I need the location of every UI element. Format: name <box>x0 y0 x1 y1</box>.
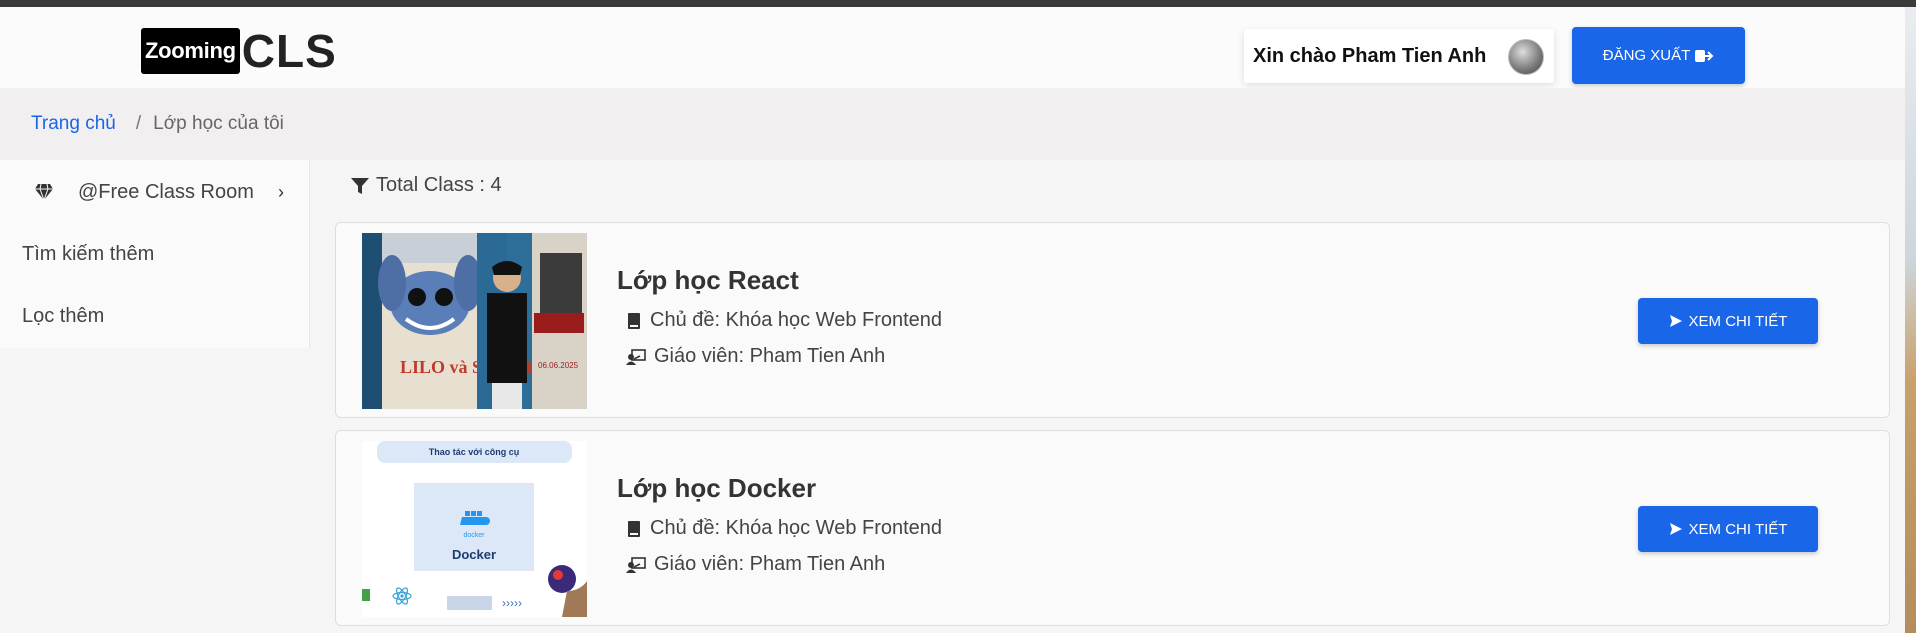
class-teacher-text: Giáo viên: Pham Tien Anh <box>654 553 886 575</box>
class-teacher: Giáo viên: Pham Tien Anh <box>626 345 885 368</box>
greeting-text: Xin chào Pham Tien Anh <box>1253 44 1487 67</box>
logout-button[interactable]: ĐĂNG XUẤT <box>1572 27 1745 84</box>
class-card: LILO và STITCH 06.06.2025 Lớp học React … <box>335 222 1890 418</box>
header: Zooming CLS Xin chào Pham Tien Anh ĐĂNG … <box>0 7 1905 88</box>
view-detail-label: XEM CHI TIẾT <box>1688 312 1788 330</box>
send-icon <box>1669 315 1682 327</box>
breadcrumb-current: Lớp học của tôi <box>153 113 284 134</box>
total-class: Total Class : 4 <box>350 174 502 197</box>
book-icon <box>628 520 640 537</box>
class-title[interactable]: Lớp học Docker <box>617 473 816 504</box>
chevron-right-icon: › <box>278 181 284 202</box>
class-teacher: Giáo viên: Pham Tien Anh <box>626 553 885 576</box>
sidebar-item-label: Lọc thêm <box>22 304 105 327</box>
teacher-icon <box>626 348 646 365</box>
top-border <box>0 0 1916 7</box>
logo-cls: CLS <box>241 25 337 77</box>
user-greeting[interactable]: Xin chào Pham Tien Anh <box>1244 29 1554 83</box>
sidebar-item-label: @Free Class Room <box>78 180 254 203</box>
right-edge-strip <box>1905 7 1916 633</box>
breadcrumb-home[interactable]: Trang chủ <box>31 113 116 135</box>
sidebar-item-filter-more[interactable]: Lọc thêm <box>0 290 310 342</box>
logout-label: ĐĂNG XUẤT <box>1602 47 1691 64</box>
class-topic-text: Chủ đề: Khóa học Web Frontend <box>650 309 943 331</box>
send-icon <box>1669 523 1682 535</box>
thumb-arrows: ››››› <box>502 596 522 610</box>
sidebar-item-search-more[interactable]: Tìm kiếm thêm <box>0 228 310 280</box>
diamond-icon <box>35 183 53 201</box>
avatar[interactable] <box>1508 39 1544 75</box>
class-topic: Chủ đề: Khóa học Web Frontend <box>626 517 942 540</box>
class-card: Thao tác với công cụ docker Docker ›››››… <box>335 430 1890 626</box>
sidebar: @Free Class Room › Tìm kiếm thêm Lọc thê… <box>0 160 310 348</box>
logout-icon <box>1695 49 1714 62</box>
class-title[interactable]: Lớp học React <box>617 265 799 296</box>
breadcrumb: Trang chủ / Lớp học của tôi <box>0 88 1905 160</box>
poster-date: 06.06.2025 <box>538 361 579 370</box>
teacher-icon <box>626 556 646 573</box>
class-topic: Chủ đề: Khóa học Web Frontend <box>626 309 942 332</box>
view-detail-button[interactable]: XEM CHI TIẾT <box>1638 506 1818 552</box>
total-class-label: Total Class : 4 <box>376 174 502 196</box>
class-topic-text: Chủ đề: Khóa học Web Frontend <box>650 517 943 539</box>
sidebar-item-label: Tìm kiếm thêm <box>22 242 155 265</box>
filter-icon <box>351 177 369 194</box>
view-detail-button[interactable]: XEM CHI TIẾT <box>1638 298 1818 344</box>
sidebar-item-free-class-room[interactable]: @Free Class Room › <box>0 166 310 218</box>
class-teacher-text: Giáo viên: Pham Tien Anh <box>654 345 886 367</box>
logo-zooming: Zooming <box>141 28 240 74</box>
breadcrumb-separator: / <box>135 113 142 134</box>
class-thumbnail[interactable]: LILO và STITCH 06.06.2025 <box>362 233 587 409</box>
book-icon <box>628 312 640 329</box>
thumb-small-logo: docker <box>463 532 485 539</box>
thumb-label: Docker <box>452 547 496 562</box>
thumb-header-text: Thao tác với công cụ <box>429 447 519 457</box>
class-thumbnail[interactable]: Thao tác với công cụ docker Docker ››››› <box>362 441 587 617</box>
view-detail-label: XEM CHI TIẾT <box>1688 520 1788 538</box>
logo[interactable]: Zooming CLS <box>141 25 337 77</box>
